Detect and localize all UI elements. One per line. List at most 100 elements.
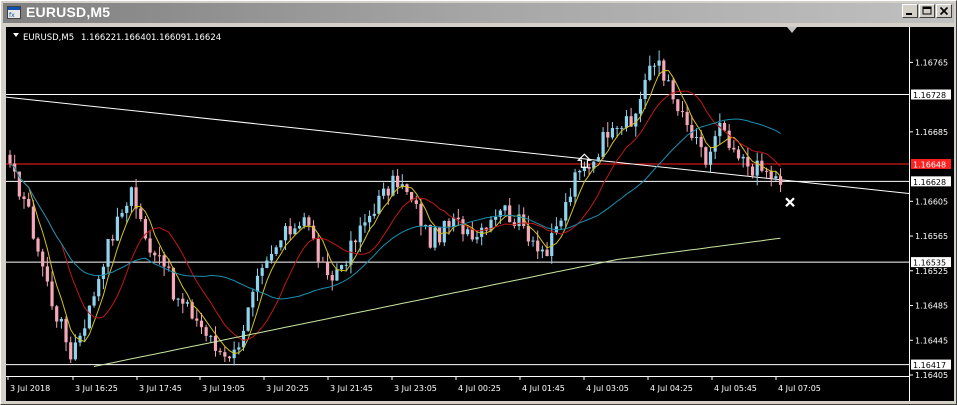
- candle: [424, 224, 428, 230]
- candle-body: [610, 128, 615, 138]
- candle: [461, 215, 465, 242]
- chart-window-icon: fx: [7, 6, 21, 19]
- candle-body: [92, 296, 96, 306]
- close-position-icon[interactable]: [785, 197, 795, 207]
- price-chart[interactable]: 1.16765 1.16685 1.16605 1.16565 1.16525 1.164…: [6, 27, 954, 401]
- candle: [153, 250, 157, 262]
- minimize-button[interactable]: [902, 4, 918, 18]
- price-line-label: 1.16417: [913, 361, 946, 370]
- candle-body: [316, 238, 320, 262]
- title-bar[interactable]: fx EURUSD,M5: [3, 3, 954, 23]
- time-tick-label: 4 Jul 03:05: [586, 384, 629, 393]
- candle: [377, 189, 381, 214]
- candle-body: [185, 302, 190, 304]
- candle-body: [722, 122, 727, 131]
- trend-line[interactable]: [6, 96, 910, 194]
- candle-body: [237, 347, 241, 350]
- price-line-label: 1.16535: [913, 259, 946, 268]
- candle-body: [746, 156, 750, 167]
- candle: [438, 226, 442, 246]
- candle: [540, 245, 544, 259]
- candle-body: [680, 111, 685, 113]
- candle-body: [671, 80, 675, 100]
- candle: [143, 215, 148, 241]
- price-tick-label: 1.16525: [915, 267, 948, 276]
- chart-shift-icon[interactable]: [787, 27, 797, 33]
- candle-body: [769, 171, 773, 179]
- candle: [652, 63, 657, 76]
- candle: [559, 217, 563, 230]
- candle-body: [139, 208, 143, 220]
- candle-body: [41, 251, 45, 267]
- candlestick-chart[interactable]: 1.16765 1.16685 1.16605 1.16565 1.16525 1.164…: [6, 27, 954, 401]
- time-tick-label: 4 Jul 01:45: [522, 384, 565, 393]
- close-button[interactable]: [936, 4, 952, 18]
- price-tick-label: 1.16685: [915, 128, 948, 137]
- candle: [288, 218, 292, 241]
- candle: [97, 275, 101, 302]
- candle: [671, 78, 675, 104]
- candle: [134, 178, 138, 219]
- candle-body: [195, 318, 199, 321]
- candle: [755, 152, 759, 186]
- candle: [41, 248, 45, 277]
- candle: [662, 58, 666, 87]
- candle: [251, 288, 255, 317]
- candle: [704, 146, 708, 168]
- candle-body: [466, 229, 470, 235]
- candle-body: [283, 226, 288, 241]
- candle: [503, 204, 507, 215]
- candle: [657, 50, 661, 76]
- candle-body: [456, 217, 460, 220]
- candle: [297, 221, 302, 230]
- candle-body: [442, 220, 446, 243]
- candle: [227, 355, 232, 362]
- chart-ohlc-close: 1.16624: [186, 33, 221, 43]
- candle-body: [596, 157, 601, 162]
- candle-body: [778, 176, 783, 185]
- symbol-menu-icon[interactable]: [13, 33, 19, 37]
- candle: [176, 297, 180, 307]
- candle: [218, 347, 222, 356]
- price-line-label: 1.16628: [913, 178, 946, 187]
- candle: [311, 220, 316, 241]
- candle: [746, 147, 750, 177]
- candle: [92, 291, 96, 308]
- candle-body: [503, 205, 507, 211]
- candle: [648, 55, 652, 82]
- candle-body: [111, 238, 115, 241]
- candle: [279, 240, 283, 251]
- candle-body: [87, 305, 91, 329]
- candle-body: [255, 275, 260, 292]
- candle: [634, 112, 638, 137]
- candle: [269, 245, 274, 264]
- candle: [274, 245, 278, 257]
- candle-body: [461, 219, 465, 235]
- candle: [330, 270, 334, 291]
- candle-body: [339, 265, 344, 270]
- candle-body: [428, 224, 432, 248]
- candle-body: [45, 266, 49, 282]
- time-tick-label: 3 Jul 16:25: [75, 384, 118, 393]
- candle-body: [330, 275, 334, 281]
- candle-body: [199, 320, 204, 328]
- candle: [382, 182, 386, 200]
- price-tick-label: 1.16485: [915, 302, 948, 311]
- moving-average-long: [93, 237, 781, 367]
- candle-body: [386, 188, 390, 196]
- candle: [353, 239, 358, 253]
- candle-body: [97, 278, 101, 297]
- candle-body: [227, 356, 232, 359]
- time-tick-label: 4 Jul 04:25: [650, 384, 693, 393]
- candle-body: [307, 217, 311, 226]
- time-tick-label: 3 Jul 19:05: [202, 384, 245, 393]
- time-tick-label: 3 Jul 21:45: [330, 384, 373, 393]
- maximize-button[interactable]: [919, 4, 935, 18]
- candle: [111, 234, 115, 246]
- close-icon: [939, 6, 949, 16]
- candle-body: [764, 170, 769, 172]
- candle: [578, 169, 582, 181]
- price-tick-label: 1.16765: [915, 58, 948, 67]
- svg-text:fx: fx: [9, 12, 15, 19]
- candle-body: [162, 255, 166, 267]
